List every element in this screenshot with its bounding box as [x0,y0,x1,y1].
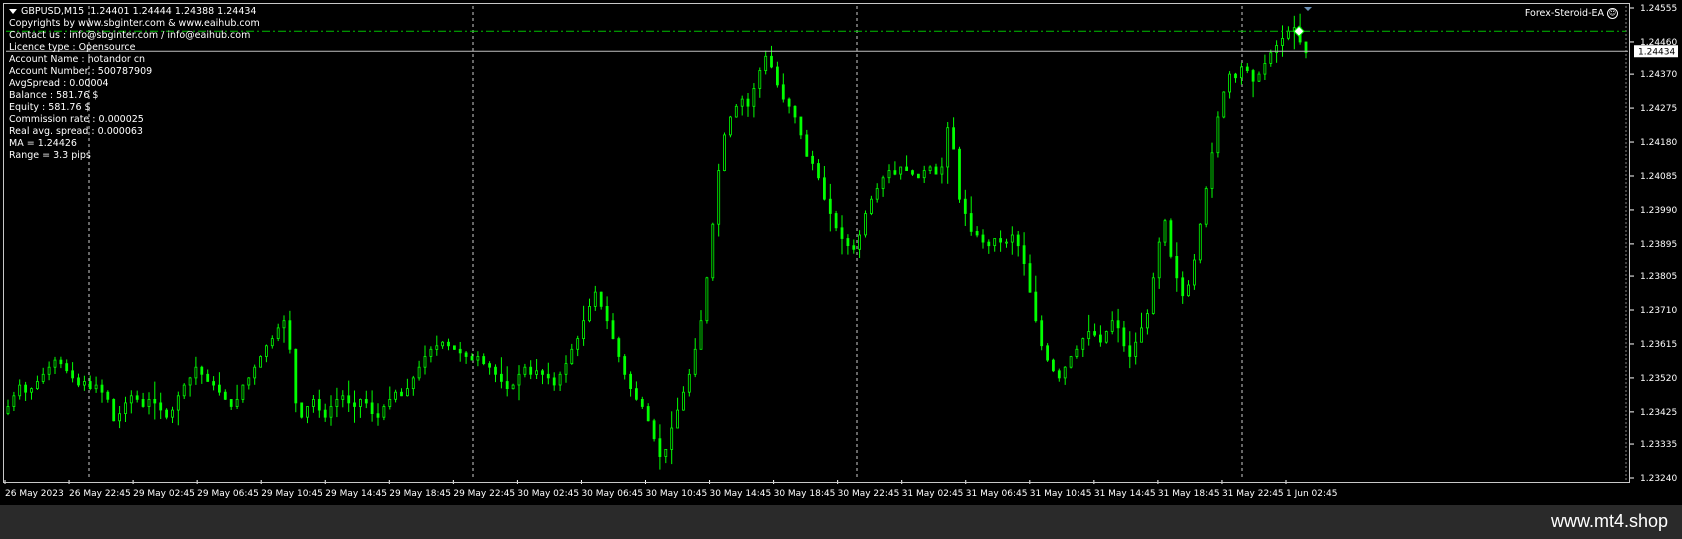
price-tick-label: 1.23520 [1640,374,1677,384]
price-tick-label: 1.23895 [1640,240,1677,250]
time-tick-label: 29 May 22:45 [453,489,515,499]
info-line: Range = 3.3 pips [9,150,91,161]
mt4-chart-window: 1.24555 1.24460 1.24370 1.24275 1.24180 1.240… [0,0,1682,539]
time-tick-label: 29 May 18:45 [389,489,451,499]
current-price-label: 1.24434 [1638,48,1675,58]
info-line: Copyrights by www.sbginter.com & www.eai… [9,18,260,29]
price-tick-label: 1.24085 [1640,172,1677,182]
time-tick-label: 31 May 06:45 [966,489,1028,499]
time-tick-label: 1 Jun 02:45 [1286,489,1337,499]
time-tick-label: 30 May 18:45 [774,489,836,499]
expert-advisor-label[interactable]: Forex-Steroid-EA ☺ [1525,8,1618,19]
time-tick-label: 29 May 06:45 [197,489,259,499]
info-line: Real avg. spread : 0.000063 [9,126,143,137]
time-tick-label: 29 May 10:45 [261,489,323,499]
time-tick-label: 30 May 22:45 [838,489,900,499]
price-tick-label: 1.23615 [1640,340,1677,350]
footer-bar: www.mt4.shop [0,505,1682,539]
ea-name: Forex-Steroid-EA [1524,8,1604,19]
price-tick-label: 1.24275 [1640,104,1677,114]
time-tick-label: 31 May 18:45 [1158,489,1220,499]
time-tick-label: 31 May 10:45 [1030,489,1092,499]
price-tick-label: 1.23805 [1640,272,1677,282]
dropdown-triangle-icon[interactable] [9,9,17,14]
time-tick-label: 26 May 22:45 [69,489,131,499]
price-tick-label: 1.24180 [1640,138,1677,148]
info-line: Commission rate : 0.000025 [9,114,144,125]
info-line: Contact us : info@sbginter.com / info@ea… [9,30,251,41]
price-tick-label: 1.24555 [1640,4,1677,14]
info-line: Account Name : notandor cn [9,54,146,65]
info-line: Balance : 581.76 $ [9,90,99,101]
price-tick-label: 1.23425 [1640,408,1677,418]
time-tick-label: 29 May 02:45 [133,489,195,499]
info-line: Licence type : Opensource [9,42,136,53]
smiley-icon: ☺ [1607,8,1618,19]
price-tick-label: 1.23990 [1640,206,1677,216]
time-tick-label: 31 May 22:45 [1222,489,1284,499]
time-tick-label: 26 May 2023 [5,489,64,499]
info-line: Equity : 581.76 $ [9,102,91,113]
ea-info-panel: Copyrights by www.sbginter.com & www.eai… [9,18,260,162]
time-tick-label: 30 May 06:45 [581,489,643,499]
price-tick-label: 1.23335 [1640,440,1677,450]
info-line: AvgSpread : 0.00004 [9,78,109,89]
symbol-label: GBPUSD,M15 [21,6,85,17]
time-tick-label: 31 May 14:45 [1094,489,1156,499]
price-axis[interactable]: 1.245551.244601.243701.242751.241801.240… [1630,4,1678,484]
time-tick-label: 30 May 14:45 [710,489,772,499]
info-line: Account Number : 500787909 [9,66,153,77]
symbol-header: GBPUSD,M15 1.24401 1.24444 1.24388 1.244… [9,6,256,18]
ohlc-values: 1.24401 1.24444 1.24388 1.24434 [90,6,257,17]
time-tick-label: 31 May 02:45 [902,489,964,499]
time-tick-label: 30 May 10:45 [646,489,708,499]
price-tick-label: 1.23710 [1640,306,1677,316]
watermark-text: www.mt4.shop [1550,511,1668,531]
price-tick-label: 1.24370 [1640,70,1677,80]
time-tick-label: 30 May 02:45 [517,489,579,499]
time-tick-label: 29 May 14:45 [325,489,387,499]
info-line: MA = 1.24426 [9,138,77,149]
price-tick-label: 1.23240 [1640,474,1677,484]
